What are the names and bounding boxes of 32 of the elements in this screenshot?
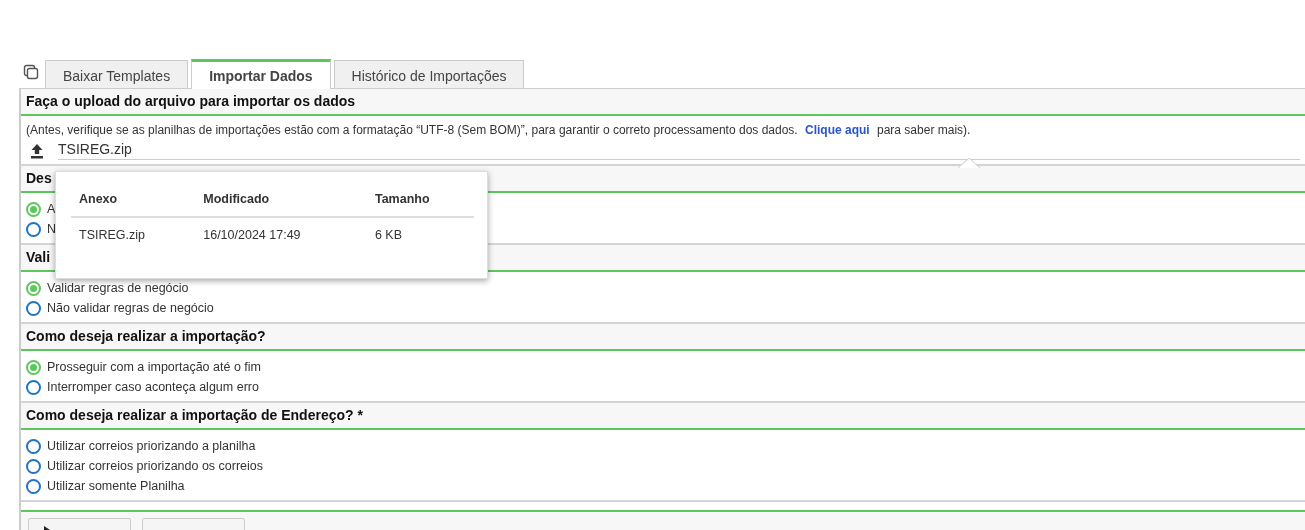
radio-button[interactable]	[26, 359, 41, 375]
copy-icon[interactable]	[23, 64, 39, 80]
option-label: Não validar regras de negócio	[47, 301, 214, 315]
section-title: Como deseja realizar a importação?	[21, 324, 1305, 351]
option-label: A	[47, 202, 56, 216]
section-title: Faça o upload do arquivo para importar os dados	[21, 89, 1305, 116]
radio-button[interactable]	[26, 221, 41, 237]
radio-button[interactable]	[26, 300, 41, 316]
radio-button[interactable]	[26, 438, 41, 454]
tab[interactable]: Importar Dados	[191, 59, 331, 89]
option-label: Utilizar correios priorizando a planilha	[47, 439, 256, 453]
tab[interactable]: Histórico de Importações	[333, 60, 525, 88]
section-title: Como deseja realizar a importação de Endereço? *	[21, 403, 1305, 430]
file-field[interactable]: TSIREG.zip	[58, 141, 1300, 160]
help-link[interactable]: Clique aqui	[805, 123, 870, 137]
option-label: Validar regras de negócio	[47, 281, 189, 295]
radio-button[interactable]	[26, 478, 41, 494]
radio-button[interactable]	[26, 379, 41, 395]
option-label: Utilizar somente Planilha	[47, 479, 185, 493]
option-label: Utilizar correios priorizando os correios	[47, 459, 264, 473]
radio-button[interactable]	[26, 280, 41, 296]
tab[interactable]: Baixar Templates	[45, 60, 189, 88]
option-label: Prosseguir com a importação até o fim	[47, 360, 261, 374]
radio-button[interactable]	[26, 458, 41, 474]
upload-icon[interactable]	[30, 142, 44, 159]
option-label: Interromper caso aconteça algum erro	[47, 380, 259, 394]
info-text: (Antes, verifique se as planilhas de importações estão com a formatação “UTF-8 (Sem BOM)”, para garantir o correto processamento dos dados. Clique aqui para saber mais).	[26, 122, 972, 138]
option-label: N	[47, 222, 57, 236]
column-header: Modificado	[195, 184, 367, 217]
column-header: Tamanho	[366, 184, 474, 217]
column-header: Anexo	[71, 184, 196, 217]
radio-button[interactable]	[26, 201, 41, 217]
